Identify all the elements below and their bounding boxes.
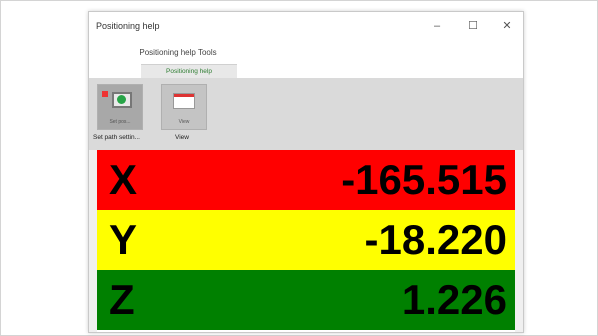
view-button-label: View [178, 119, 190, 125]
ribbon-context-header: Positioning help Tools [89, 42, 523, 64]
ribbon-panel: Set pos... View Set path settin... View [89, 78, 523, 150]
set-position-button[interactable]: Set pos... [97, 84, 143, 130]
maximize-button[interactable]: ☐ [463, 18, 483, 34]
z-axis-row: Z 1.226 [97, 270, 515, 330]
window-icon [173, 93, 195, 109]
flag-icon [102, 91, 108, 97]
title-bar: Positioning help – ☐ ✕ [89, 12, 523, 42]
z-axis-label: Z [109, 276, 135, 323]
group-label-set-path: Set path settin... [93, 134, 140, 141]
y-axis-label: Y [109, 216, 138, 263]
monitor-icon [112, 92, 132, 108]
view-button[interactable]: View [161, 84, 207, 130]
y-axis-value: -18.220 [364, 216, 507, 263]
tab-positioning-help[interactable]: Positioning help [141, 64, 237, 79]
x-axis-label: X [109, 156, 138, 203]
ribbon-tab-strip: Positioning help [89, 64, 523, 79]
group-label-view: View [175, 134, 189, 141]
context-group-label: Positioning help Tools [139, 48, 217, 57]
x-axis-row: X -165.515 [97, 150, 515, 210]
x-axis-value: -165.515 [341, 156, 507, 203]
window-title: Positioning help [96, 21, 160, 31]
y-axis-row: Y -18.220 [97, 210, 515, 270]
z-axis-value: 1.226 [401, 276, 507, 323]
position-display: X -165.515 Y -18.220 Z 1.226 [97, 150, 515, 332]
set-position-label: Set pos... [109, 119, 131, 125]
close-button[interactable]: ✕ [497, 18, 517, 34]
positioning-help-window: Positioning help – ☐ ✕ Positioning help … [88, 11, 524, 333]
minimize-button[interactable]: – [427, 18, 447, 34]
